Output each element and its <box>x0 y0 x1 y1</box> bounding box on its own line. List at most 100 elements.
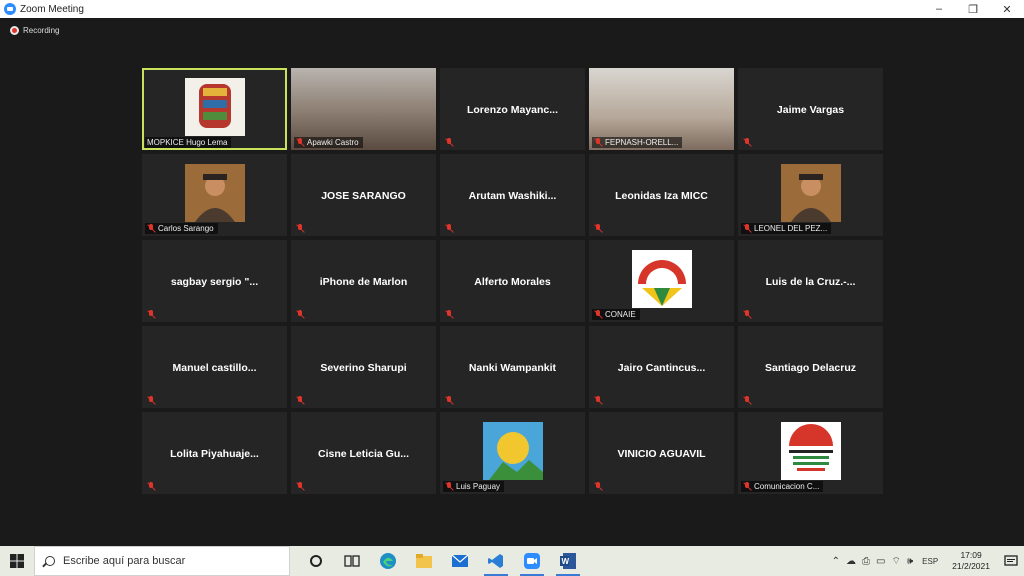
muted-mic-icon <box>296 396 304 405</box>
participant-name: Cisne Leticia Gu... <box>317 448 410 460</box>
muted-mic-icon <box>296 224 304 233</box>
participant-tile[interactable]: Lolita Piyahuaje... <box>142 412 287 494</box>
participant-tile[interactable]: VINICIO AGUAVIL <box>589 412 734 494</box>
participant-label: Apawki Castro <box>294 137 363 148</box>
search-icon <box>45 556 55 566</box>
participant-name: Arutam Washiki... <box>468 190 557 202</box>
participant-tile[interactable]: Comunicacion C... <box>738 412 883 494</box>
participant-name: Jairo Cantincus... <box>617 362 706 374</box>
notifications-button[interactable] <box>998 546 1024 576</box>
participant-tile[interactable]: CONAIE <box>589 240 734 322</box>
window-controls: – ❐ ✕ <box>922 0 1024 18</box>
muted-mic-icon <box>445 138 453 147</box>
participant-tile[interactable]: Arutam Washiki... <box>440 154 585 236</box>
muted-mic-icon <box>594 138 602 147</box>
participant-tile[interactable]: JOSE SARANGO <box>291 154 436 236</box>
minimize-button[interactable]: – <box>922 0 956 18</box>
volume-icon[interactable]: 🕪 <box>907 556 913 567</box>
search-placeholder: Escribe aquí para buscar <box>63 555 186 567</box>
participant-label: LEONEL DEL PEZ... <box>741 223 832 234</box>
close-button[interactable]: ✕ <box>990 0 1024 18</box>
participant-label: MOPKICE Hugo Lema <box>145 137 232 148</box>
taskbar-search-box[interactable]: Escribe aquí para buscar <box>34 546 290 576</box>
participant-tile[interactable]: iPhone de Marlon <box>291 240 436 322</box>
vscode-button[interactable] <box>478 546 514 576</box>
muted-mic-icon <box>743 224 751 233</box>
muted-mic-icon <box>147 482 155 491</box>
muted-mic-icon <box>147 224 155 233</box>
participant-tile[interactable]: Carlos Sarango <box>142 154 287 236</box>
participant-label: FEPNASH-ORELL... <box>592 137 683 148</box>
participant-tile[interactable]: Severino Sharupi <box>291 326 436 408</box>
participant-tile[interactable]: Leonidas Iza MICC <box>589 154 734 236</box>
participant-name: Lolita Piyahuaje... <box>170 448 259 460</box>
zoom-icon <box>524 553 540 569</box>
participant-tile[interactable]: Cisne Leticia Gu... <box>291 412 436 494</box>
zoom-app-icon <box>4 3 16 15</box>
muted-mic-icon <box>445 224 453 233</box>
participant-label-text: Carlos Sarango <box>158 224 214 233</box>
participant-label-text: FEPNASH-ORELL... <box>605 138 679 147</box>
participant-tile[interactable]: Jaime Vargas <box>738 68 883 150</box>
participant-tile[interactable]: Apawki Castro <box>291 68 436 150</box>
word-icon: W <box>560 553 576 569</box>
word-button[interactable]: W <box>550 546 586 576</box>
participant-label: Carlos Sarango <box>145 223 218 234</box>
participant-name: Luis de la Cruz.-... <box>765 276 856 288</box>
system-tray: ⌃ ☁ ⎙ ▭ ⌔ 🕪 ESP 17:09 21/2/2021 <box>829 546 1024 576</box>
participant-label-text: CONAIE <box>605 310 636 319</box>
windows-icon <box>10 554 24 568</box>
participant-label: CONAIE <box>592 309 640 320</box>
participant-name: Santiago Delacruz <box>764 362 857 374</box>
muted-mic-icon <box>147 310 155 319</box>
participant-name: Manuel castillo... <box>172 362 257 374</box>
participant-label-text: MOPKICE Hugo Lema <box>147 138 228 147</box>
muted-mic-icon <box>445 482 453 491</box>
display-icon[interactable]: ▭ <box>876 556 885 567</box>
recording-indicator[interactable]: Recording <box>10 26 59 35</box>
language-indicator[interactable]: ESP <box>922 557 938 566</box>
muted-mic-icon <box>743 482 751 491</box>
participant-label-text: Luis Paguay <box>456 482 501 491</box>
participant-tile[interactable]: Lorenzo Mayanc... <box>440 68 585 150</box>
participant-tile[interactable]: Manuel castillo... <box>142 326 287 408</box>
task-view-button[interactable] <box>334 546 370 576</box>
participant-tile[interactable]: Nanki Wampankit <box>440 326 585 408</box>
notification-icon <box>1004 555 1018 566</box>
participant-name: Nanki Wampankit <box>468 362 557 374</box>
muted-mic-icon <box>594 224 602 233</box>
zoom-taskbar-button[interactable] <box>514 546 550 576</box>
edge-button[interactable] <box>370 546 406 576</box>
participant-tile[interactable]: Santiago Delacruz <box>738 326 883 408</box>
muted-mic-icon <box>445 396 453 405</box>
mail-button[interactable] <box>442 546 478 576</box>
participant-tile[interactable]: FEPNASH-ORELL... <box>589 68 734 150</box>
file-explorer-button[interactable] <box>406 546 442 576</box>
taskbar-apps: W <box>298 546 586 576</box>
chevron-up-icon[interactable]: ⌃ <box>832 556 840 567</box>
participant-tile[interactable]: Luis Paguay <box>440 412 585 494</box>
clock[interactable]: 17:09 21/2/2021 <box>952 550 990 572</box>
participant-tile[interactable]: LEONEL DEL PEZ... <box>738 154 883 236</box>
muted-mic-icon <box>296 310 304 319</box>
participant-tile[interactable]: MOPKICE Hugo Lema <box>142 68 287 150</box>
cortana-button[interactable] <box>298 546 334 576</box>
printer-icon[interactable]: ⎙ <box>862 556 870 567</box>
muted-mic-icon <box>594 396 602 405</box>
muted-mic-icon <box>296 138 304 147</box>
muted-mic-icon <box>147 396 155 405</box>
participant-tile[interactable]: Jairo Cantincus... <box>589 326 734 408</box>
wifi-icon[interactable]: ⌔ <box>891 555 900 568</box>
restore-button[interactable]: ❐ <box>956 0 990 18</box>
start-button[interactable] <box>0 546 34 576</box>
participant-name: JOSE SARANGO <box>321 190 406 202</box>
participant-tile[interactable]: sagbay sergio "... <box>142 240 287 322</box>
cloud-icon[interactable]: ☁ <box>846 556 856 567</box>
muted-mic-icon <box>743 310 751 319</box>
muted-mic-icon <box>743 138 751 147</box>
participant-tile[interactable]: Alferto Morales <box>440 240 585 322</box>
participant-name: Severino Sharupi <box>320 362 407 374</box>
participant-tile[interactable]: Luis de la Cruz.-... <box>738 240 883 322</box>
participant-label-text: LEONEL DEL PEZ... <box>754 224 828 233</box>
participant-name: VINICIO AGUAVIL <box>617 448 706 460</box>
